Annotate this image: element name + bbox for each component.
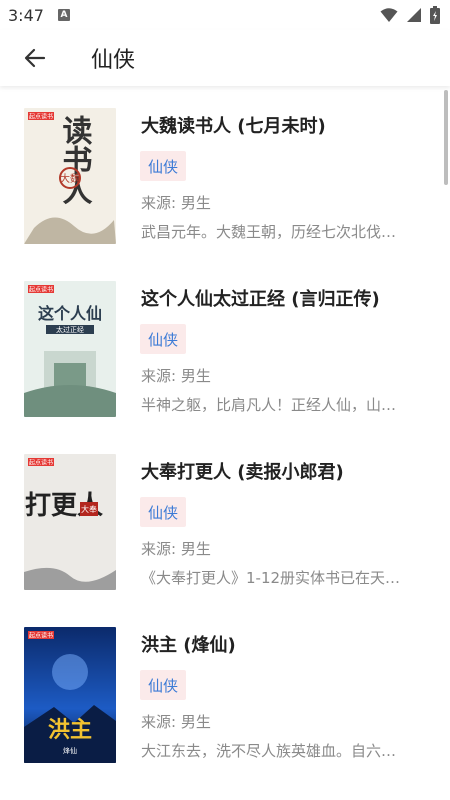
book-cover[interactable]: 起点读书 打更人 大奉 [24,454,116,590]
cover-art: 起点读书 打更人 大奉 [24,454,116,590]
cover-badge: 起点读书 [29,632,53,640]
list-item[interactable]: 起点读书 洪主 烽仙 洪主 (烽仙) 仙侠 来源: 男生 大江东去，洗不尽人族英… [0,609,450,782]
cover-art: 起点读书 洪主 烽仙 [24,627,116,763]
cover-badge: 起点读书 [29,459,53,467]
book-intro: 半神之躯，比肩凡人！正经人仙，山… [141,396,397,414]
arrow-left-icon [24,48,46,68]
cover-badge: 起点读书 [29,113,53,121]
book-cover[interactable]: 起点读书 这个人仙 太过正经 [24,281,116,417]
book-intro: 《大奉打更人》1-12册实体书已在天… [141,569,401,587]
genre-tag[interactable]: 仙侠 [140,324,187,354]
signal-icon [407,8,421,22]
list-item[interactable]: 起点读书 打更人 大奉 大奉打更人 (卖报小郎君) 仙侠 来源: 男生 《大奉打… [0,436,450,609]
cover-sub-text: 烽仙 [63,746,77,755]
cover-big-text: 读书人 [57,115,93,205]
cover-sub-text: 大奉 [81,504,97,514]
list-item[interactable]: 起点读书 读书人 大魏 大魏读书人 (七月未时) 仙侠 来源: 男生 武昌元年。… [0,90,450,263]
cover-art: 起点读书 读书人 大魏 [24,108,116,244]
genre-tag[interactable]: 仙侠 [140,670,187,700]
book-source: 来源: 男生 [141,194,211,212]
battery-icon [430,6,440,24]
genre-tag[interactable]: 仙侠 [140,151,187,181]
notification-icon: A [57,9,70,21]
book-title[interactable]: 大魏读书人 (七月未时) [141,112,326,138]
page-title: 仙侠 [91,48,136,73]
book-title[interactable]: 这个人仙太过正经 (言归正传) [141,285,380,311]
back-button[interactable] [13,36,57,80]
book-intro: 武昌元年。大魏王朝，历经七次北伐… [141,223,397,241]
cover-big-text: 洪主 [48,718,92,743]
book-title[interactable]: 大奉打更人 (卖报小郎君) [141,458,344,484]
book-cover[interactable]: 起点读书 读书人 大魏 [24,108,116,244]
book-source: 来源: 男生 [141,367,211,385]
book-source: 来源: 男生 [141,713,211,731]
cover-art: 起点读书 这个人仙 太过正经 [24,281,116,417]
book-cover[interactable]: 起点读书 洪主 烽仙 [24,627,116,763]
book-intro: 大江东去，洗不尽人族英雄血。自六… [141,742,397,760]
genre-tag[interactable]: 仙侠 [140,497,187,527]
app-bar: 仙侠 [0,30,450,86]
book-source: 来源: 男生 [141,540,211,558]
cover-big-text: 这个人仙 [38,304,102,323]
wifi-icon [380,8,398,22]
cover-badge: 起点读书 [29,286,53,294]
cover-sub-text: 大魏 [60,172,80,185]
status-time: 3:47 [8,5,44,25]
status-bar: 3:47 A [0,0,450,30]
list-item[interactable]: 起点读书 这个人仙 太过正经 这个人仙太过正经 (言归正传) 仙侠 来源: 男生… [0,263,450,436]
cover-sub-text: 太过正经 [56,325,84,334]
status-icons [380,6,440,24]
book-title[interactable]: 洪主 (烽仙) [141,631,236,657]
